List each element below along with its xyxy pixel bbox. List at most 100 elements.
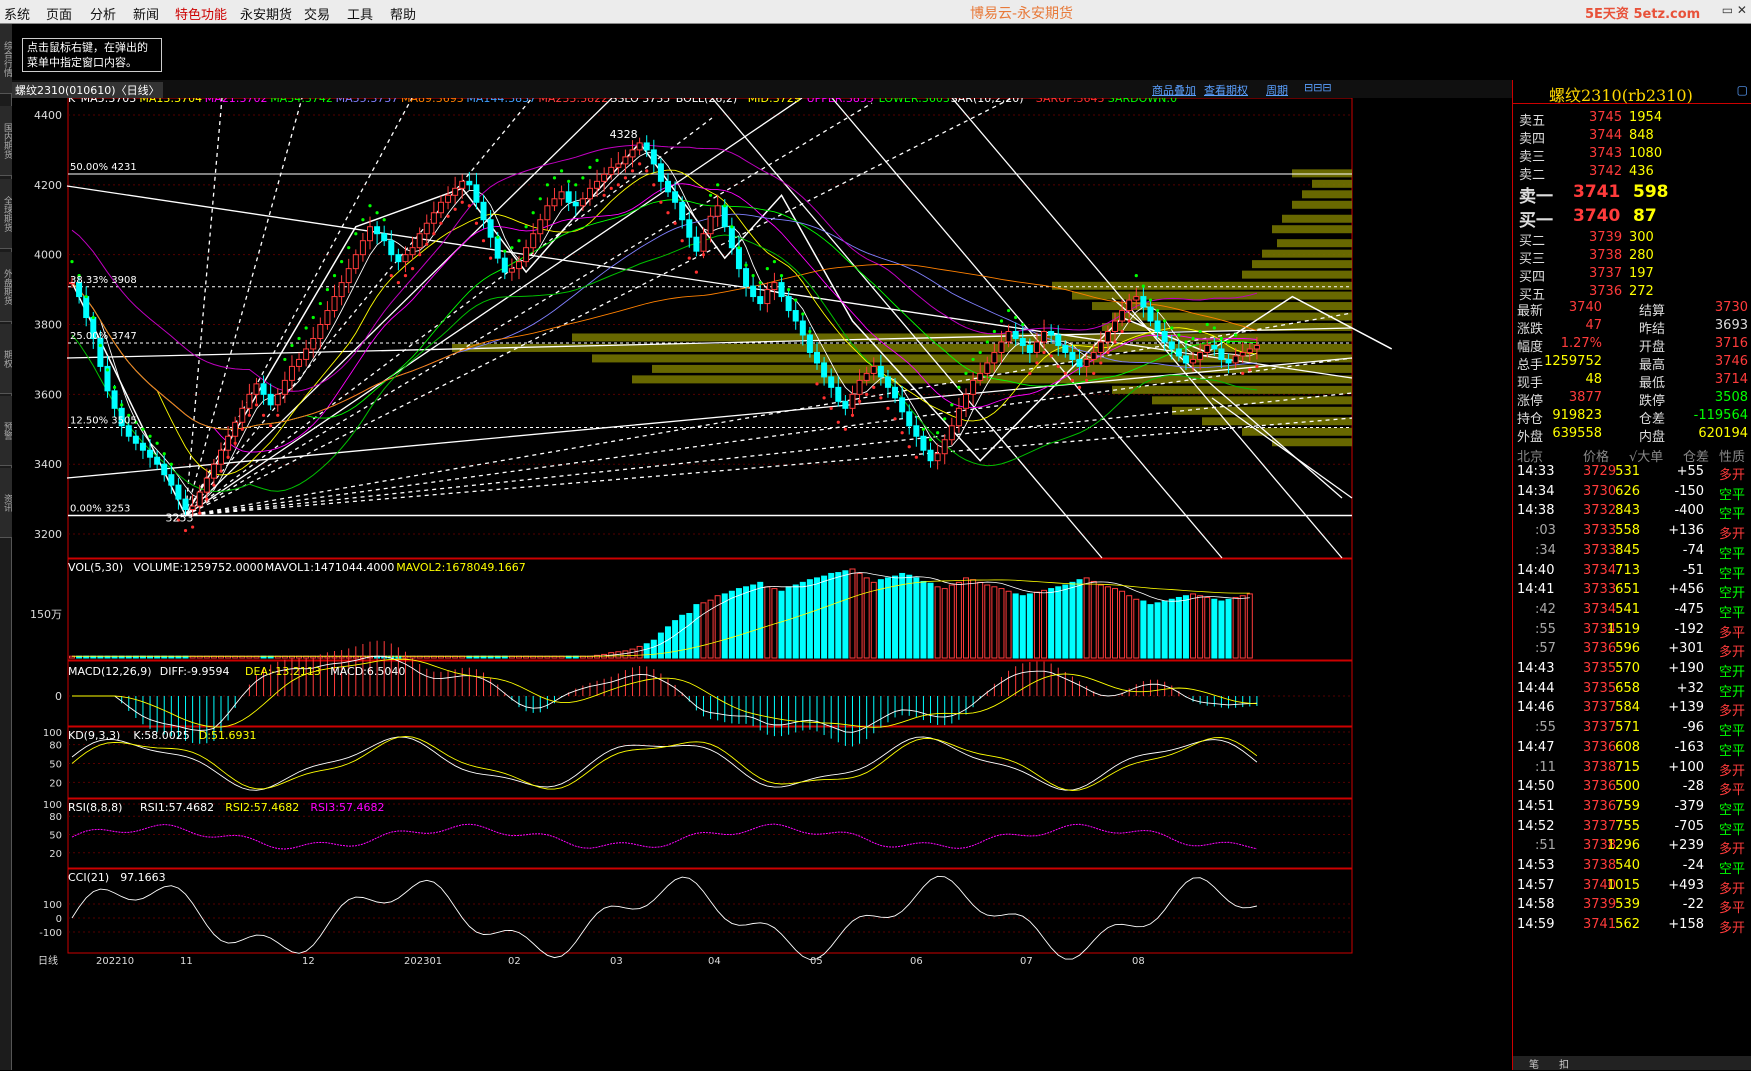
- window-controls[interactable]: ▭ ✕: [1722, 3, 1747, 17]
- candle-body: [1112, 320, 1118, 332]
- side-tab-5[interactable]: 预警: [0, 396, 12, 466]
- sar-dot: [794, 298, 798, 302]
- side-tab-2[interactable]: 全球期货: [0, 179, 12, 249]
- volume-bar: [650, 639, 657, 659]
- osc-axis-label: 100: [43, 800, 62, 811]
- bid-row: 买二 3739 300: [1513, 228, 1751, 249]
- sar-dot: [1248, 368, 1252, 372]
- candle-body: [806, 334, 813, 353]
- chart-title[interactable]: 螺纹2310(010610)〈日线〉: [12, 82, 163, 98]
- side-tab-1[interactable]: 国内期货: [0, 106, 12, 176]
- sar-dot: [588, 165, 592, 169]
- volume-profile-bar: [1252, 260, 1352, 269]
- sar-dot: [1163, 319, 1167, 323]
- menu-analysis[interactable]: 分析: [90, 4, 116, 23]
- candle-body: [629, 149, 636, 158]
- volume-bar: [991, 586, 998, 659]
- candle-body: [303, 348, 310, 360]
- sar-dot: [1085, 378, 1089, 382]
- candle-body: [395, 254, 402, 263]
- candle-body: [920, 435, 927, 451]
- candle-body: [1253, 344, 1260, 350]
- stat-value: 3508: [1714, 390, 1748, 405]
- fib-fan-line: [184, 98, 223, 516]
- volume-bar: [1197, 595, 1204, 659]
- kline-chart[interactable]: 4400420040003800360034003200K MA5:3703 MA1…: [12, 98, 1512, 1070]
- volume-bar: [877, 579, 884, 659]
- menu-features[interactable]: 特色功能: [175, 4, 227, 23]
- sar-dot: [616, 183, 620, 187]
- candle-body: [643, 142, 650, 151]
- volume-bar: [679, 614, 686, 659]
- sar-dot: [1092, 371, 1096, 375]
- candle-body: [1026, 344, 1033, 353]
- tab-ticks[interactable]: 笔: [1529, 1056, 1539, 1071]
- tick-time: :11: [1535, 759, 1556, 775]
- sar-dot: [1148, 298, 1153, 302]
- candle-body: [331, 296, 338, 312]
- sar-dot: [836, 420, 840, 424]
- sar-dot: [1070, 378, 1075, 382]
- volume-profile-bar: [1052, 281, 1352, 290]
- candle-body: [267, 393, 274, 406]
- tab-minute[interactable]: 扣: [1559, 1056, 1569, 1071]
- expand-icon[interactable]: ▢: [1737, 83, 1748, 97]
- volume-bar: [778, 590, 785, 659]
- volume-bar: [686, 613, 693, 659]
- candle-body: [1048, 330, 1055, 336]
- indicator-header-item: D:51.6931: [199, 729, 257, 742]
- volume-bar: [643, 643, 650, 659]
- menu-system[interactable]: 系统: [4, 4, 30, 23]
- overlay-commodity-link[interactable]: 商品叠加: [1152, 82, 1196, 98]
- candle-body: [324, 310, 331, 326]
- candle-body: [1012, 330, 1019, 339]
- tick-nature: 多开: [1719, 468, 1746, 483]
- cci-axis-label: -100: [39, 928, 62, 939]
- menu-page[interactable]: 页面: [46, 4, 72, 23]
- volume-bar: [792, 584, 799, 659]
- menu-tools[interactable]: 工具: [347, 4, 373, 23]
- candle-body: [984, 362, 991, 374]
- stat-value: 919823: [1552, 408, 1602, 423]
- volume-bar: [1062, 584, 1069, 659]
- candle-body: [445, 194, 452, 203]
- sar-dot: [510, 246, 514, 250]
- sar-dot: [524, 225, 528, 229]
- view-options-link[interactable]: 查看期权: [1204, 82, 1248, 98]
- menu-trade[interactable]: 交易: [304, 4, 330, 23]
- tick-row: :34 3733 845 -74 空平: [1513, 541, 1751, 562]
- fib-level-label: 50.00% 4231: [70, 162, 137, 173]
- candle-body: [1069, 351, 1076, 360]
- menu-yongan-futures[interactable]: 永安期货: [240, 4, 292, 23]
- contract-title: 螺纹2310(rb2310): [1549, 86, 1693, 105]
- sar-dot: [219, 469, 223, 473]
- layout-icons[interactable]: ⊟⊟⊟: [1304, 81, 1332, 94]
- indicator-header-item: MA144:3837: [466, 98, 536, 105]
- menu-help[interactable]: 帮助: [390, 4, 416, 23]
- candle-body: [523, 247, 530, 263]
- candle-body: [771, 282, 778, 291]
- sar-dot: [191, 525, 195, 529]
- candle-body: [154, 456, 161, 465]
- candle-body: [338, 282, 345, 298]
- tick-row: 14:34 3730 626 -150 空平: [1513, 482, 1751, 503]
- candle-body: [1197, 351, 1204, 360]
- volume-bar: [1140, 600, 1147, 659]
- sar-dot: [1226, 340, 1231, 344]
- volume-bar: [636, 645, 643, 659]
- sar-dot: [120, 403, 124, 407]
- sar-dot: [112, 385, 117, 389]
- volume-bar: [892, 575, 899, 659]
- candle-body: [1104, 330, 1111, 343]
- menu-news[interactable]: 新闻: [133, 4, 159, 23]
- candle-body: [693, 236, 700, 252]
- side-tab-6[interactable]: 资讯: [0, 468, 12, 538]
- sar-dot: [261, 413, 266, 417]
- sar-dot: [758, 281, 762, 285]
- period-link[interactable]: 周期: [1266, 82, 1288, 98]
- side-tab-3[interactable]: 外盘期货: [0, 252, 12, 322]
- osc-axis-label: 80: [49, 741, 62, 752]
- bid-volume: 280: [1629, 248, 1654, 263]
- side-tab-4[interactable]: 期权: [0, 324, 12, 394]
- side-tab-0[interactable]: 综合行情: [0, 24, 12, 94]
